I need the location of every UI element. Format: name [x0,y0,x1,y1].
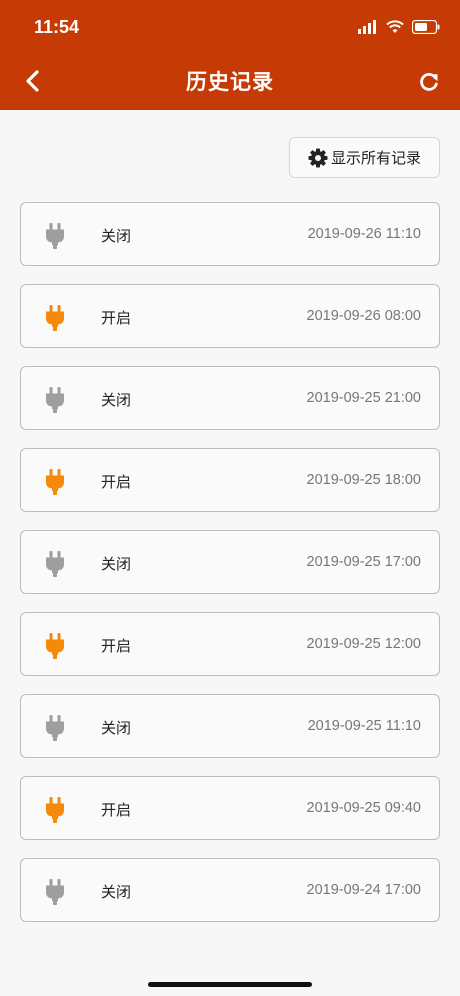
page-title: 历史记录 [186,70,274,94]
record-time: 2019-09-25 11:10 [307,718,421,734]
record-time: 2019-09-25 09:40 [306,800,422,816]
show-all-records-button[interactable]: 显示所有记录 [289,137,440,178]
record-time: 2019-09-26 11:10 [307,226,421,242]
record-row[interactable]: 开启 2019-09-25 09:40 [20,776,440,840]
plug-icon [44,469,66,495]
record-time: 2019-09-26 08:00 [306,308,422,324]
cellular-signal-icon [358,20,376,34]
record-state: 关闭 [101,883,132,901]
record-time: 2019-09-25 12:00 [306,636,422,652]
record-row[interactable]: 关闭 2019-09-25 17:00 [20,530,440,594]
record-state: 关闭 [101,227,132,245]
record-time: 2019-09-24 17:00 [306,882,422,898]
record-row[interactable]: 关闭 2019-09-25 11:10 [20,694,440,758]
record-state: 开启 [101,801,132,819]
plug-icon [44,223,66,249]
record-state: 关闭 [101,719,132,737]
record-row[interactable]: 开启 2019-09-25 12:00 [20,612,440,676]
record-row[interactable]: 开启 2019-09-26 08:00 [20,284,440,348]
app-header: 11:54 历史记录 [0,0,460,110]
refresh-button[interactable] [414,67,444,97]
plug-icon [44,633,66,659]
status-bar: 11:54 [0,0,460,56]
record-state: 开启 [101,637,132,655]
record-time: 2019-09-25 17:00 [306,554,422,570]
plug-icon [44,387,66,413]
home-indicator [148,982,312,987]
record-state: 关闭 [101,391,132,409]
refresh-icon [420,73,438,91]
plug-icon [44,879,66,905]
record-row[interactable]: 关闭 2019-09-24 17:00 [20,858,440,922]
status-time: 11:54 [34,17,80,37]
status-icons [358,19,440,35]
plug-icon [44,715,66,741]
gear-icon [308,148,328,167]
record-state: 关闭 [101,555,132,573]
wifi-icon [386,20,404,33]
record-row[interactable]: 关闭 2019-09-25 21:00 [20,366,440,430]
record-state: 开启 [101,473,132,491]
plug-icon [44,797,66,823]
plug-icon [44,551,66,577]
record-state: 开启 [101,309,132,327]
record-time: 2019-09-25 18:00 [306,472,422,488]
record-row[interactable]: 开启 2019-09-25 18:00 [20,448,440,512]
record-time: 2019-09-25 21:00 [306,390,422,406]
plug-icon [44,305,66,331]
nav-bar: 历史记录 [0,56,460,110]
battery-icon [412,20,440,34]
show-all-records-label: 显示所有记录 [330,149,421,167]
record-row[interactable]: 关闭 2019-09-26 11:10 [20,202,440,266]
